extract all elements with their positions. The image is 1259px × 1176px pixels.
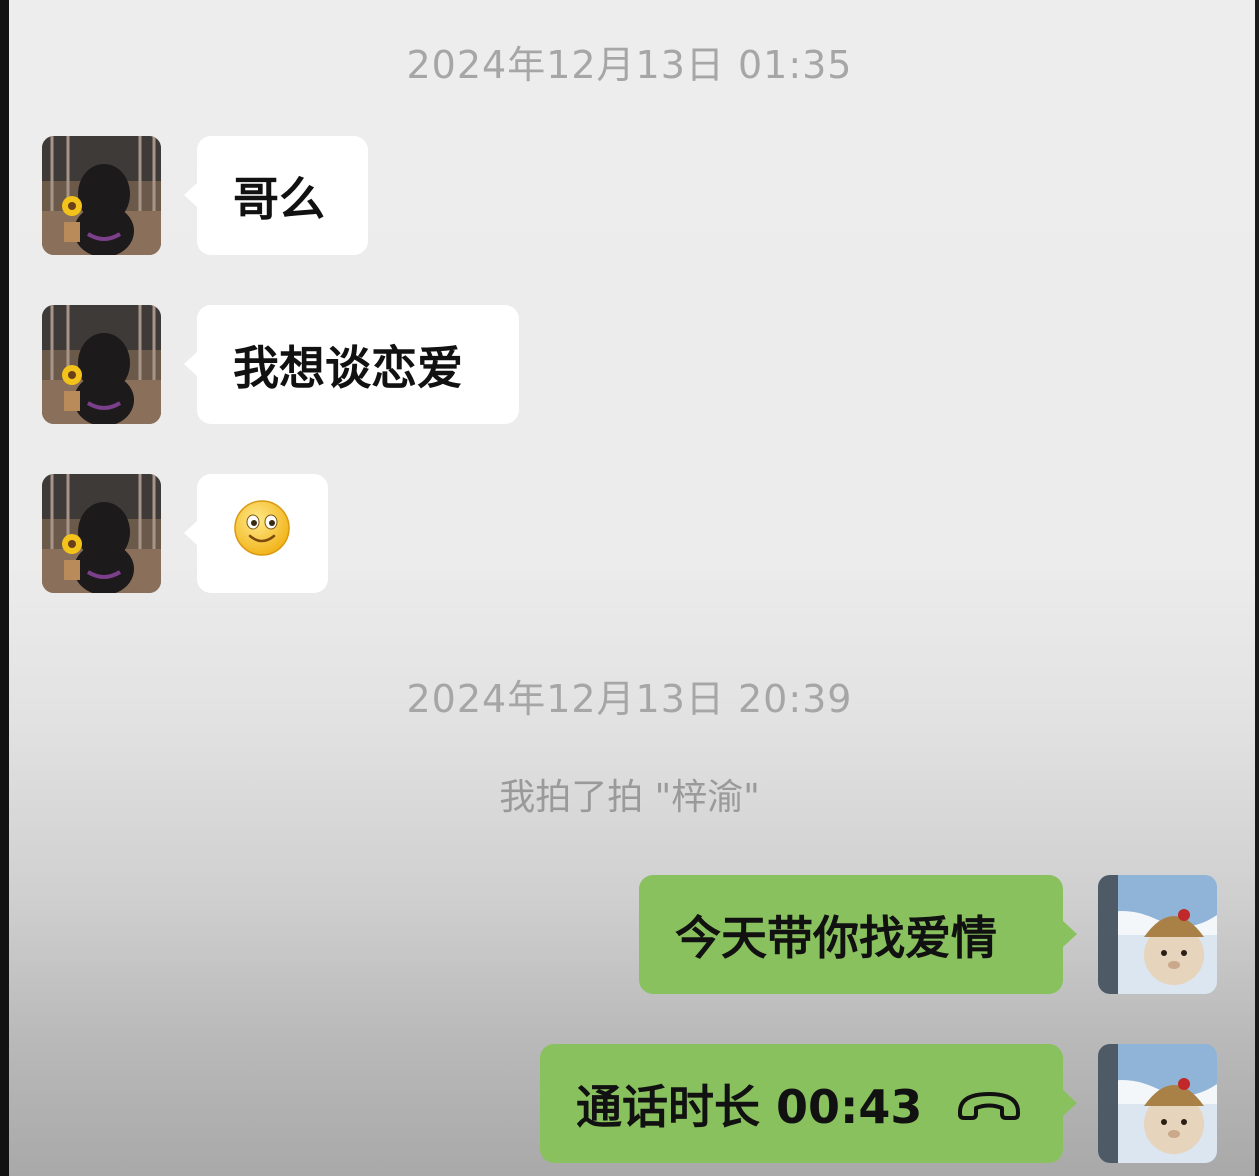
message-bubble-incoming[interactable]: 我想谈恋爱: [184, 305, 519, 424]
screen-edge-left: [0, 0, 9, 1176]
timestamp: 2024年12月13日 20:39: [406, 677, 853, 721]
screen-edge-right: [1255, 0, 1259, 1176]
contact-avatar[interactable]: [42, 305, 161, 424]
message-text: 哥么: [233, 171, 325, 226]
contact-avatar[interactable]: [42, 136, 161, 255]
message-text: 我想谈恋爱: [233, 340, 463, 395]
message-bubble-incoming[interactable]: 哥么: [184, 136, 368, 255]
call-duration-label: 通话时长 00:43: [576, 1079, 923, 1134]
slightly-smiling-face-icon: [233, 499, 291, 568]
message-text: 今天带你找爱情: [675, 910, 997, 965]
phone-hangup-icon: [954, 1086, 1024, 1122]
timestamp: 2024年12月13日 01:35: [406, 43, 853, 87]
message-bubble-outgoing[interactable]: 今天带你找爱情: [639, 875, 1077, 994]
my-avatar[interactable]: [1098, 875, 1217, 994]
contact-avatar[interactable]: [42, 474, 161, 593]
my-avatar[interactable]: [1098, 1044, 1217, 1163]
voice-call-record[interactable]: 通话时长 00:43: [540, 1044, 1077, 1163]
message-bubble-incoming[interactable]: [184, 474, 328, 593]
system-pat-message: 我拍了拍 "梓渝": [499, 777, 760, 818]
